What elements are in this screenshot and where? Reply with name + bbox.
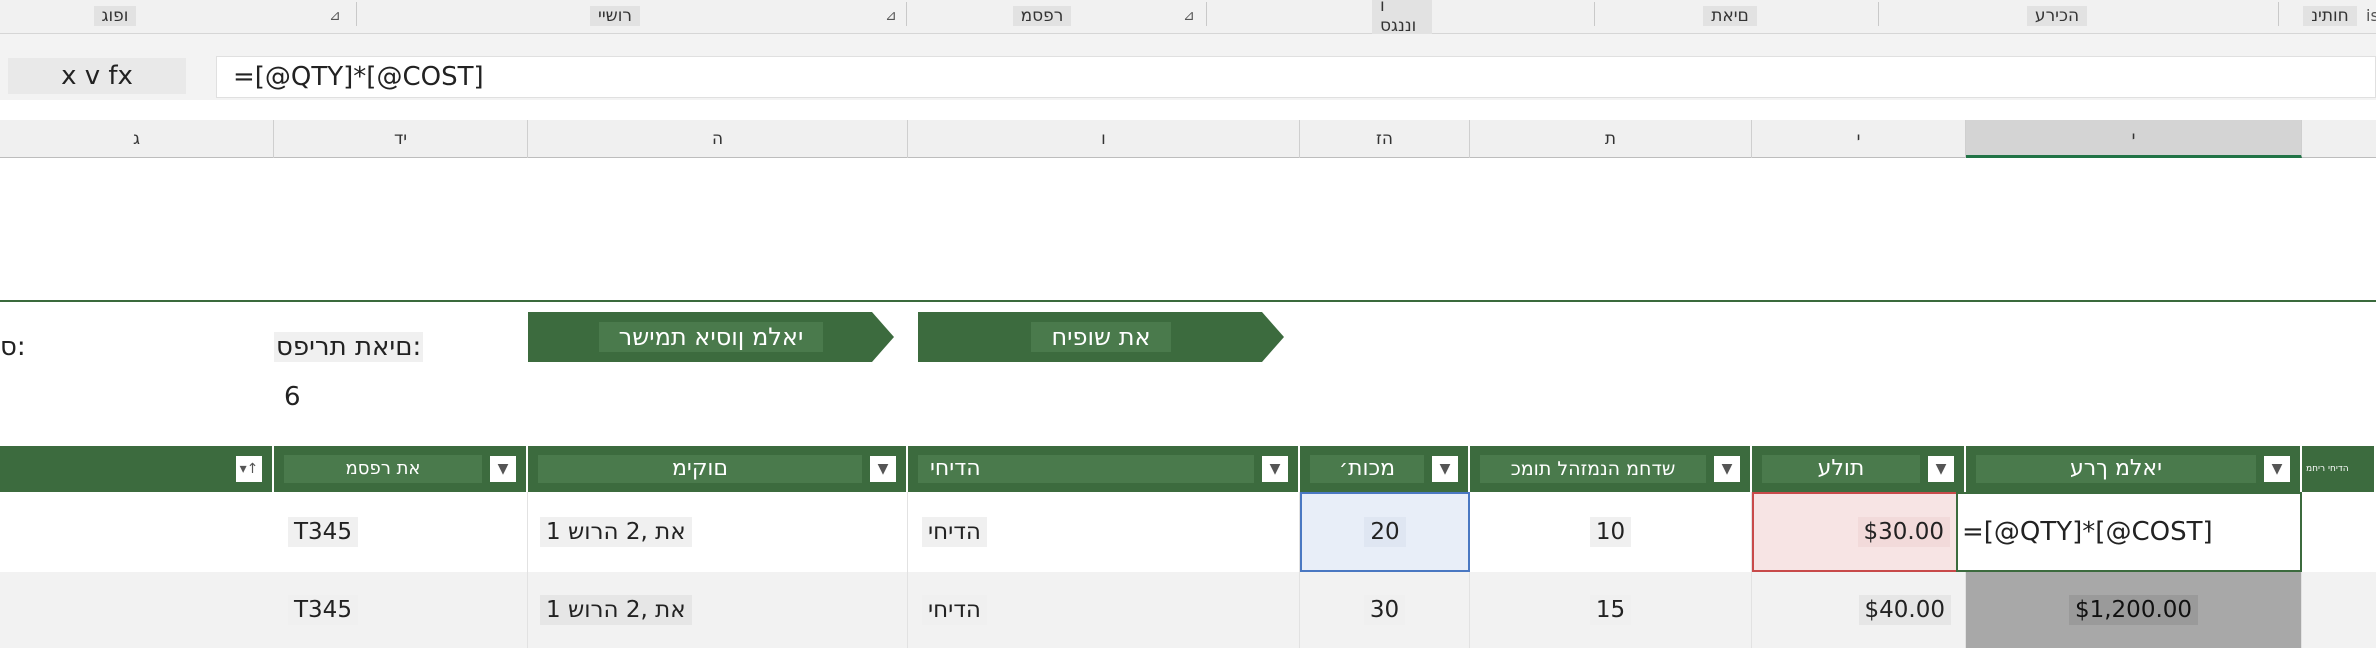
cell-text: 1 את ,2 הרוש — [540, 517, 692, 547]
ribbon-group-7[interactable]: חותינ — [2298, 4, 2362, 28]
column-header-selected[interactable]: י — [1966, 120, 2302, 158]
sort-filter-icon[interactable]: ▾↑ — [236, 456, 262, 482]
header-label: שדחמ הנמזהל תומכ — [1480, 455, 1706, 483]
name-box[interactable]: x v fx — [8, 58, 186, 94]
cell-item-number[interactable]: T345 — [274, 492, 528, 572]
cell-unit[interactable]: הדיחי — [908, 572, 1300, 648]
dialog-launcher-icon[interactable]: ⊿ — [326, 8, 344, 24]
header-label: םוקימ — [538, 455, 862, 483]
cell-location[interactable]: 1 את ,2 הרוש — [528, 572, 908, 648]
ribbon-divider — [2278, 2, 2279, 26]
cell-formula-editing[interactable]: =[@QTY]*[@COST] — [1956, 492, 2302, 572]
search-button[interactable]: את שופיח — [918, 312, 1284, 362]
cell-text: =[@QTY]*[@COST] — [1962, 517, 2213, 547]
ribbon-group-label: הכירע — [2026, 6, 2088, 26]
header-label: הדיחי ריחמ — [2306, 464, 2349, 474]
table-header-item-number: את רפסמ ▼ — [274, 446, 528, 492]
filter-dropdown-icon[interactable]: ▼ — [1432, 456, 1458, 482]
ribbon-group-6[interactable]: הכירע — [2012, 4, 2102, 28]
ribbon-group-label: םיאת — [1703, 6, 1757, 26]
cell-text: 20 — [1364, 517, 1406, 547]
cell-text: 1 את ,2 הרוש — [540, 595, 692, 625]
ribbon-group-4[interactable]: ı וננגס — [1372, 0, 1432, 36]
cell-text: 30 — [1363, 595, 1406, 625]
ribbon-group-3[interactable]: רפסמ — [1000, 4, 1084, 28]
section-divider — [0, 300, 2376, 302]
column-header[interactable]: ת — [1470, 120, 1752, 158]
header-label: תולע — [1762, 455, 1920, 483]
cell-inventory-value[interactable]: $1,200.00 — [1966, 572, 2302, 648]
ribbon-divider — [356, 2, 357, 26]
table-header-inventory-value: יאלמ ךרע ▼ — [1966, 446, 2302, 492]
table-header-cost: תולע ▼ — [1752, 446, 1966, 492]
ribbon-divider — [1878, 2, 1879, 26]
cell-text: $1,200.00 — [2068, 595, 2199, 625]
ribbon-divider — [1594, 2, 1595, 26]
ribbon-group-label: חותינ — [2303, 6, 2357, 26]
ribbon-group-label: רפסמ — [1012, 6, 1072, 26]
formula-input[interactable]: =[@QTY]*[@COST] — [216, 56, 2376, 98]
header-label: הדיחי — [918, 455, 1254, 483]
cell-qty[interactable]: 30 — [1300, 572, 1470, 648]
column-header[interactable]: ג — [0, 120, 274, 158]
cell-reorder-qty[interactable]: 15 — [1470, 572, 1752, 648]
cell-cost[interactable]: $30.00 — [1752, 492, 1966, 572]
cell-location[interactable]: 1 את ,2 הרוש — [528, 492, 908, 572]
table-header-qty: מכות׳ ▼ — [1300, 446, 1470, 492]
cell-count-label: םיאת תריפס: — [274, 332, 424, 362]
cell-text: $40.00 — [1858, 595, 1951, 625]
filter-dropdown-icon[interactable]: ▼ — [2264, 456, 2290, 482]
cell-text: $30.00 — [1857, 517, 1950, 547]
cell-text: הדיחי — [922, 517, 987, 547]
cell-text: T345 — [288, 595, 358, 625]
header-label: מכות׳ — [1310, 455, 1424, 483]
ribbon-divider — [1206, 2, 1207, 26]
header-label: את רפסמ — [284, 455, 482, 483]
search-button-label: את שופיח — [1031, 322, 1170, 352]
dialog-launcher-icon[interactable]: ⊿ — [882, 8, 900, 24]
column-header[interactable]: יד — [274, 120, 528, 158]
cell-unit[interactable]: הדיחי — [908, 492, 1300, 572]
inventory-list-button[interactable]: יאלמ ןוסיא תמישר — [528, 312, 894, 362]
dialog-launcher-icon[interactable]: ⊿ — [1180, 8, 1198, 24]
cell-count-value: 6 — [284, 382, 301, 412]
table-header-unit: הדיחי ▼ — [908, 446, 1300, 492]
filter-dropdown-icon[interactable]: ▼ — [1928, 456, 1954, 482]
cell-reorder-qty[interactable]: 10 — [1470, 492, 1752, 572]
inventory-list-button-label: יאלמ ןוסיא תמישר — [599, 322, 824, 352]
column-header[interactable]: הז — [1300, 120, 1470, 158]
ribbon-group-5[interactable]: םיאת — [1700, 4, 1760, 28]
ribbon-group-label: ı וננגס — [1372, 0, 1432, 36]
cell-item-number[interactable]: T345 — [274, 572, 528, 648]
filter-dropdown-icon[interactable]: ▼ — [1262, 456, 1288, 482]
ribbon-group-label: ופוג — [93, 6, 137, 26]
cell-text: T345 — [288, 517, 358, 547]
cell-text: 10 — [1589, 517, 1632, 547]
cell-text: 15 — [1589, 595, 1632, 625]
cell-cost[interactable]: $40.00 — [1752, 572, 1966, 648]
ribbon-divider — [906, 2, 907, 26]
cell-text: הדיחי — [922, 595, 987, 625]
header-label: יאלמ ךרע — [1976, 455, 2256, 483]
column-header[interactable]: י — [1752, 120, 1966, 158]
ribbon-group-label: רושיי — [590, 6, 640, 26]
ribbon-edge-text: is — [2366, 6, 2376, 25]
table-header-location: םוקימ ▼ — [528, 446, 908, 492]
ribbon-group-1[interactable]: ופוג — [90, 4, 140, 28]
table-header-unit-price: הדיחי ריחמ — [2302, 446, 2376, 492]
ribbon-group-2[interactable]: רושיי — [560, 4, 670, 28]
table-header-reorder-qty: שדחמ הנמזהל תומכ ▼ — [1470, 446, 1752, 492]
filter-dropdown-icon[interactable]: ▼ — [870, 456, 896, 482]
cell-qty[interactable]: 20 — [1300, 492, 1470, 572]
table-header-left: ▾↑ — [0, 446, 274, 492]
column-header[interactable]: ו — [908, 120, 1300, 158]
filter-dropdown-icon[interactable]: ▼ — [490, 456, 516, 482]
column-header[interactable]: ה — [528, 120, 908, 158]
left-label: ס: — [0, 332, 26, 362]
filter-dropdown-icon[interactable]: ▼ — [1714, 456, 1740, 482]
